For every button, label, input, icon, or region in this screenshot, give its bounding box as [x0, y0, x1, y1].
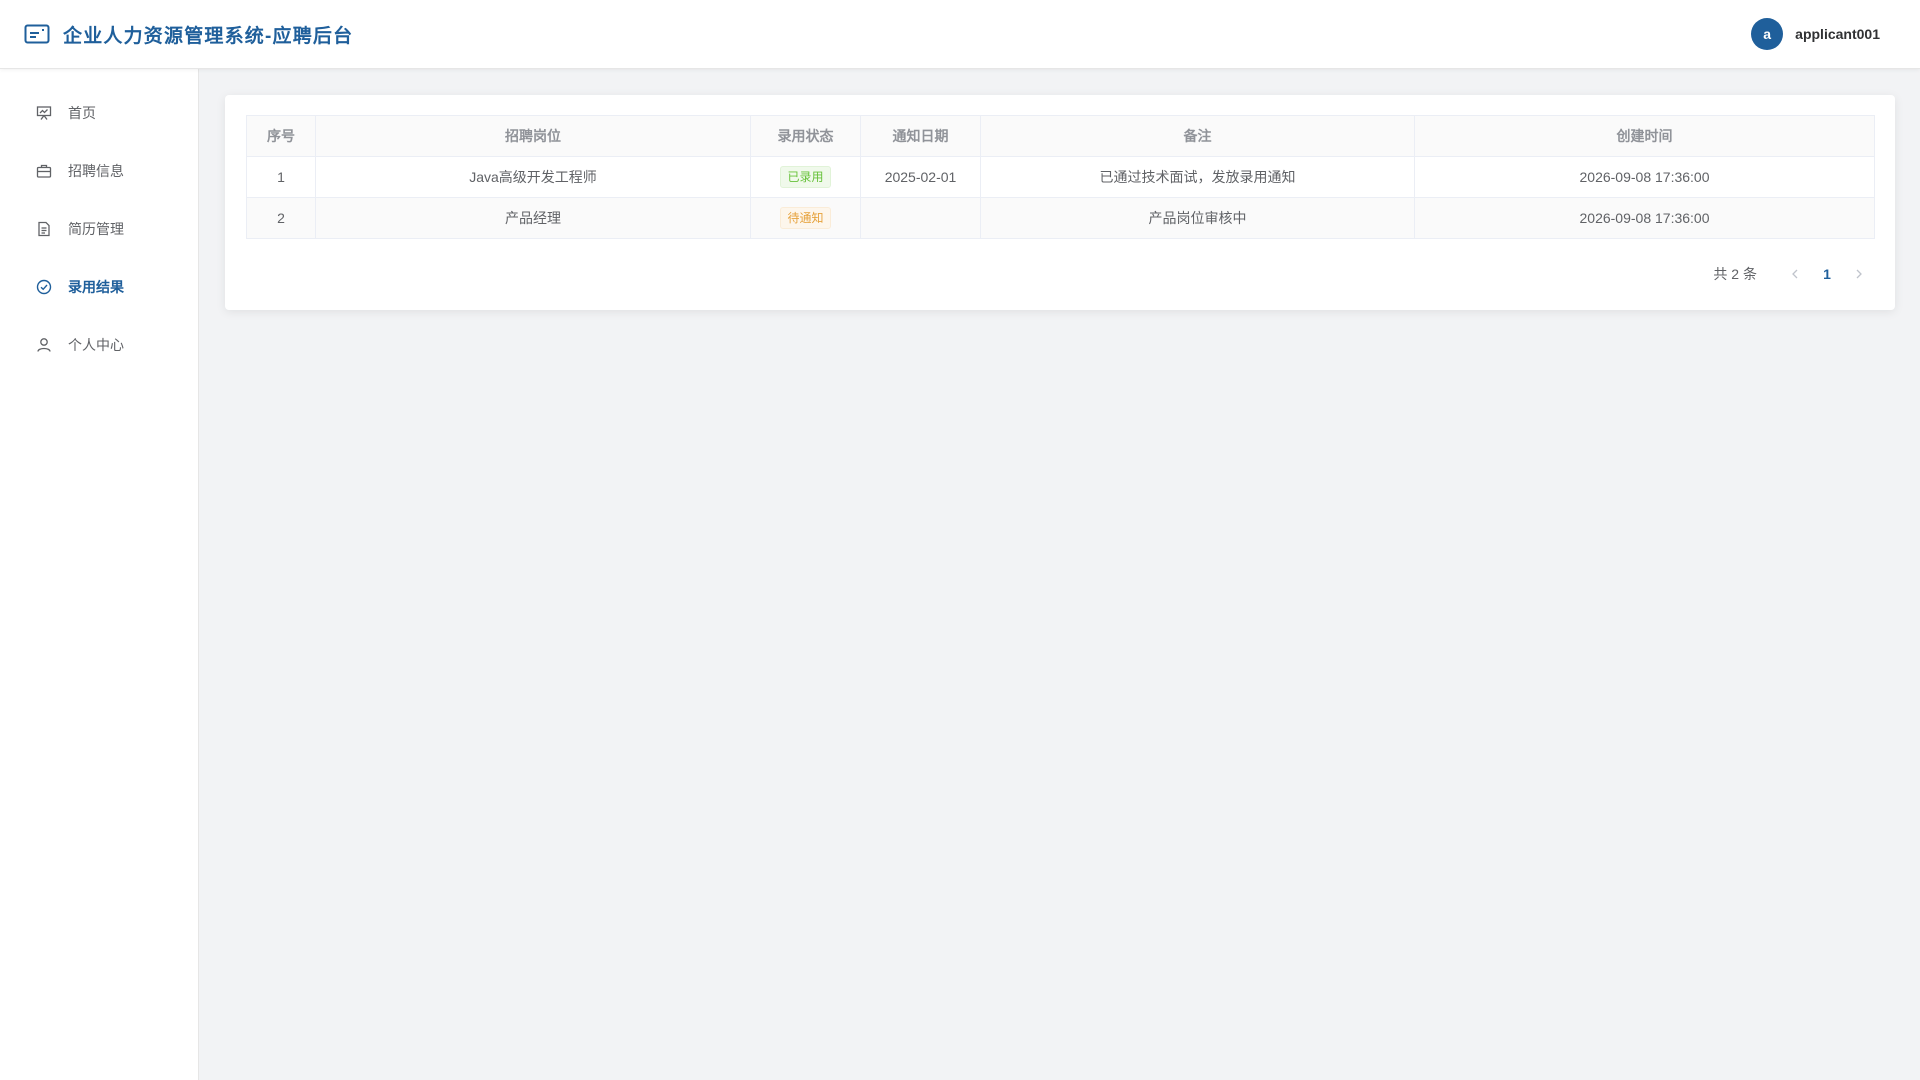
sidebar-item-jobs[interactable]: 招聘信息	[0, 142, 198, 200]
sidebar: 首页 招聘信息 简历管理 录用结果 个人中心	[0, 69, 199, 1080]
cell-created-at: 2026-09-08 17:36:00	[1414, 197, 1875, 239]
status-badge: 待通知	[780, 207, 831, 229]
cell-position: 产品经理	[315, 197, 751, 239]
column-header: 备注	[980, 115, 1415, 157]
table-row: 2 产品经理 待通知 产品岗位审核中 2026-09-08 17:36:00	[246, 197, 1875, 239]
sidebar-item-profile[interactable]: 个人中心	[0, 316, 198, 374]
cell-remark: 产品岗位审核中	[980, 197, 1415, 239]
sidebar-item-label: 招聘信息	[68, 163, 124, 179]
presentation-icon	[35, 104, 53, 122]
chevron-left-icon[interactable]	[1779, 266, 1811, 282]
status-badge: 已录用	[780, 166, 831, 188]
cell-status: 已录用	[750, 156, 861, 198]
column-header: 创建时间	[1414, 115, 1875, 157]
column-header: 招聘岗位	[315, 115, 751, 157]
cell-notice-date	[860, 197, 981, 239]
sidebar-item-label: 录用结果	[68, 279, 124, 295]
briefcase-icon	[35, 162, 53, 180]
document-icon	[35, 220, 53, 238]
sidebar-item-resume[interactable]: 简历管理	[0, 200, 198, 258]
cell-index: 1	[246, 156, 316, 198]
user-icon	[35, 336, 53, 354]
avatar[interactable]: a	[1751, 18, 1784, 50]
table-row: 1 Java高级开发工程师 已录用 2025-02-01 已通过技术面试，发放录…	[246, 156, 1875, 198]
column-header: 序号	[246, 115, 316, 157]
app-title: 企业人力资源管理系统-应聘后台	[63, 25, 354, 47]
sidebar-item-home[interactable]: 首页	[0, 84, 198, 142]
cell-created-at: 2026-09-08 17:36:00	[1414, 156, 1875, 198]
sidebar-item-label: 个人中心	[68, 337, 124, 353]
table-header-row: 序号 招聘岗位 录用状态 通知日期 备注 创建时间	[246, 115, 1875, 157]
page-number[interactable]: 1	[1811, 266, 1843, 282]
app-header: 企业人力资源管理系统-应聘后台 a applicant001	[0, 0, 1920, 69]
offer-results-table: 序号 招聘岗位 录用状态 通知日期 备注 创建时间 1 Java高级开发工程师 …	[246, 115, 1875, 239]
cell-index: 2	[246, 197, 316, 239]
username[interactable]: applicant001	[1795, 26, 1880, 42]
pagination: 共 2 条 1	[1713, 264, 1875, 284]
column-header: 录用状态	[750, 115, 861, 157]
user-menu[interactable]: a applicant001	[1751, 18, 1880, 50]
id-card-icon	[24, 23, 50, 45]
sidebar-item-label: 首页	[68, 105, 96, 121]
cell-remark: 已通过技术面试，发放录用通知	[980, 156, 1415, 198]
main-panel: 序号 招聘岗位 录用状态 通知日期 备注 创建时间 1 Java高级开发工程师 …	[225, 95, 1895, 310]
sidebar-item-label: 简历管理	[68, 221, 124, 237]
cell-notice-date: 2025-02-01	[860, 156, 981, 198]
chevron-right-icon[interactable]	[1843, 266, 1875, 282]
brand: 企业人力资源管理系统-应聘后台	[24, 21, 353, 48]
sidebar-item-offer-results[interactable]: 录用结果	[0, 258, 198, 316]
cell-position: Java高级开发工程师	[315, 156, 751, 198]
pagination-total: 共 2 条	[1713, 266, 1757, 282]
cell-status: 待通知	[750, 197, 861, 239]
column-header: 通知日期	[860, 115, 981, 157]
check-circle-icon	[35, 278, 53, 296]
